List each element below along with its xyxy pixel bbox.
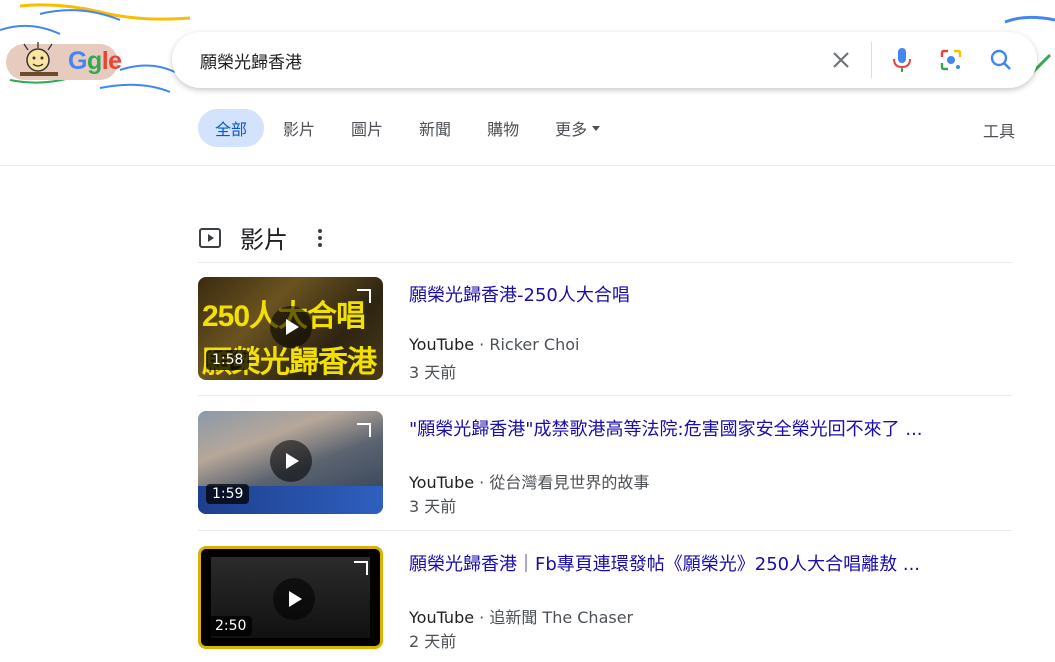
video-date: 3 天前 xyxy=(409,363,457,382)
tab-news[interactable]: 新聞 xyxy=(402,109,468,147)
video-channel: 從台灣看見世界的故事 xyxy=(489,473,650,492)
google-doodle-logo[interactable]: Ggle xyxy=(6,42,122,82)
video-result[interactable]: 2:50 願榮光歸香港｜Fb專頁連環發帖《願榮光》250人大合唱離敖 ... Y… xyxy=(198,546,1012,652)
video-meta: YouTube · 追新聞 The Chaser xyxy=(409,608,634,627)
video-title-link[interactable]: "願榮光歸香港"成禁歌港高等法院:危害國家安全榮光回不來了 ... xyxy=(409,415,923,441)
video-thumbnail[interactable]: 2:50 xyxy=(198,546,383,649)
search-input[interactable]: 願榮光歸香港 xyxy=(200,48,302,73)
video-title-link[interactable]: 願榮光歸香港-250人大合唱 xyxy=(409,281,630,307)
video-title-link[interactable]: 願榮光歸香港｜Fb專頁連環發帖《願榮光》250人大合唱離敖 ... xyxy=(409,550,920,576)
video-meta: YouTube · Ricker Choi xyxy=(409,335,580,354)
video-result[interactable]: 1:59 "願榮光歸香港"成禁歌港高等法院:危害國家安全榮光回不來了 ... Y… xyxy=(198,411,1012,517)
video-source: YouTube xyxy=(409,335,475,354)
tab-more[interactable]: 更多 xyxy=(538,109,617,147)
play-icon[interactable] xyxy=(270,306,312,348)
divider xyxy=(198,262,1012,263)
videos-section-header: 影片 xyxy=(198,218,1012,262)
play-icon[interactable] xyxy=(270,440,312,482)
tab-images[interactable]: 圖片 xyxy=(334,109,400,147)
search-box[interactable]: 願榮光歸香港 xyxy=(172,32,1037,88)
expand-icon[interactable] xyxy=(354,561,368,575)
video-channel: Ricker Choi xyxy=(489,335,580,354)
video-date: 3 天前 xyxy=(409,497,457,516)
video-channel: 追新聞 The Chaser xyxy=(489,608,634,627)
video-thumbnail[interactable]: 250人大合唱 願榮光歸香港 1:58 xyxy=(198,277,383,380)
more-vert-icon[interactable] xyxy=(310,226,330,250)
video-duration: 2:50 xyxy=(209,616,253,636)
caret-down-icon xyxy=(592,125,601,131)
tools-button[interactable]: 工具 xyxy=(983,118,1015,142)
section-title: 影片 xyxy=(240,226,288,254)
video-source: YouTube xyxy=(409,608,475,627)
logo-text: Ggle xyxy=(68,47,122,75)
video-meta: YouTube · 從台灣看見世界的故事 xyxy=(409,473,650,492)
video-date: 2 天前 xyxy=(409,632,457,651)
search-tabs: 全部 影片 圖片 新聞 購物 更多 xyxy=(198,109,619,147)
search-divider xyxy=(871,42,872,78)
divider xyxy=(198,395,1012,396)
lens-icon[interactable] xyxy=(937,46,965,74)
expand-icon[interactable] xyxy=(357,289,371,303)
mic-icon[interactable] xyxy=(888,46,916,74)
play-icon[interactable] xyxy=(273,578,315,620)
tab-shopping[interactable]: 購物 xyxy=(470,109,536,147)
tab-all[interactable]: 全部 xyxy=(198,109,265,147)
video-section-icon xyxy=(199,228,221,248)
video-thumbnail[interactable]: 1:59 xyxy=(198,411,383,514)
divider xyxy=(198,530,1012,531)
video-duration: 1:59 xyxy=(206,484,250,504)
tab-videos[interactable]: 影片 xyxy=(266,109,332,147)
video-result[interactable]: 250人大合唱 願榮光歸香港 1:58 願榮光歸香港-250人大合唱 YouTu… xyxy=(198,277,1012,383)
video-duration: 1:58 xyxy=(206,350,250,370)
video-source: YouTube xyxy=(409,473,475,492)
search-icon[interactable] xyxy=(987,46,1015,74)
clear-icon[interactable] xyxy=(827,46,855,74)
expand-icon[interactable] xyxy=(357,423,371,437)
header: Ggle 願榮光歸香港 全部 影片 圖片 新聞 購物 更多 工具 xyxy=(0,0,1055,166)
